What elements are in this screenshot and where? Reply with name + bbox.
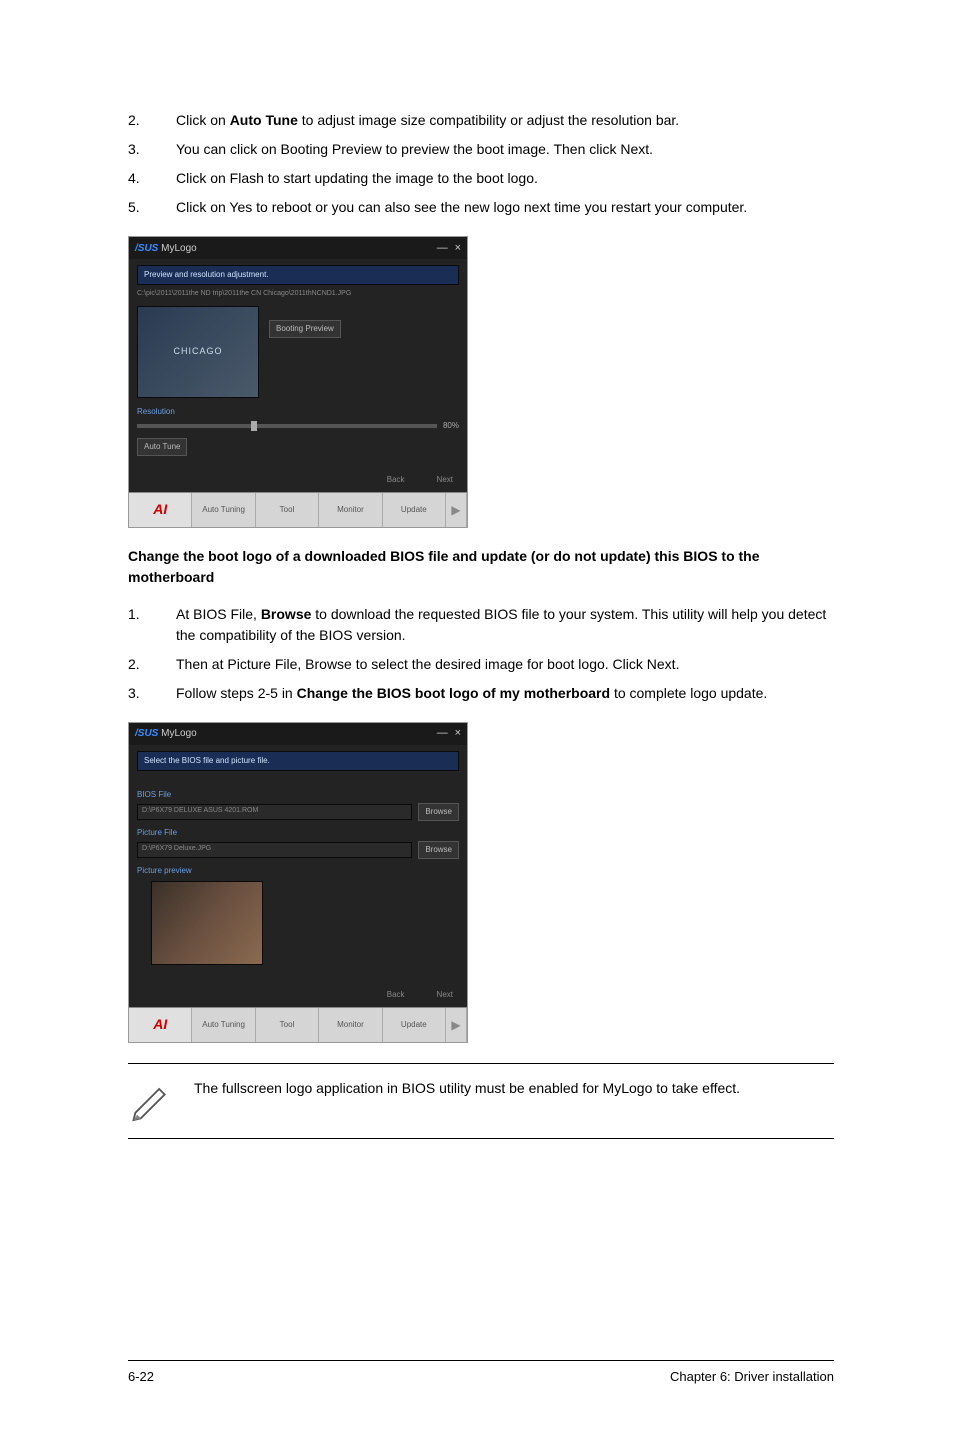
picture-browse-button[interactable]: Browse [418, 841, 459, 859]
mylogo-screenshot-2: /SUS MyLogo — × Select the BIOS file and… [128, 722, 468, 1043]
step-text: Click on Auto Tune to adjust image size … [176, 110, 834, 131]
steps-bottom: 1. At BIOS File, Browse to download the … [128, 604, 834, 704]
section-title: Change the boot logo of a downloaded BIO… [128, 546, 834, 588]
bios-browse-button[interactable]: Browse [418, 803, 459, 821]
step-3: 3. You can click on Booting Preview to p… [128, 139, 834, 160]
step-number: 3. [128, 139, 176, 160]
banner-text: Select the BIOS file and picture file. [137, 751, 459, 771]
step-text: At BIOS File, Browse to download the req… [176, 604, 834, 646]
step-text: You can click on Booting Preview to prev… [176, 139, 834, 160]
step-number: 4. [128, 168, 176, 189]
step-text: Then at Picture File, Browse to select t… [176, 654, 834, 675]
bottom-tabs: AI Auto Tuning Tool Monitor Update ▶ [129, 1007, 467, 1042]
step-text: Click on Flash to start updating the ima… [176, 168, 834, 189]
chevron-right-icon[interactable]: ▶ [446, 493, 467, 527]
next-button[interactable]: Next [431, 987, 459, 1003]
step-5: 5. Click on Yes to reboot or you can als… [128, 197, 834, 218]
page-number: 6-22 [128, 1367, 154, 1387]
image-preview: CHICAGO [137, 306, 259, 398]
step-number: 5. [128, 197, 176, 218]
slider-value: 80% [443, 420, 459, 432]
close-icon[interactable]: × [455, 727, 461, 739]
back-button[interactable]: Back [381, 472, 411, 488]
step-number: 3. [128, 683, 176, 704]
tab-tool[interactable]: Tool [256, 493, 319, 527]
window-brand: /SUS MyLogo [135, 726, 197, 741]
mylogo-screenshot-1: /SUS MyLogo — × Preview and resolution a… [128, 236, 468, 528]
step-3b: 3. Follow steps 2-5 in Change the BIOS b… [128, 683, 834, 704]
tab-tool[interactable]: Tool [256, 1008, 319, 1042]
window-controls: — × [433, 240, 461, 257]
pencil-icon [128, 1074, 172, 1128]
picture-file-label: Picture File [137, 827, 459, 839]
chapter-label: Chapter 6: Driver installation [670, 1367, 834, 1387]
step-2: 2. Click on Auto Tune to adjust image si… [128, 110, 834, 131]
minimize-icon[interactable]: — [437, 727, 448, 739]
step-text: Follow steps 2-5 in Change the BIOS boot… [176, 683, 834, 704]
auto-tune-button[interactable]: Auto Tune [137, 438, 187, 456]
file-path: C:\pic\2011\2011the ND trip\2011the CN C… [137, 289, 459, 300]
tab-auto-tuning[interactable]: Auto Tuning [192, 493, 255, 527]
resolution-slider[interactable] [137, 424, 437, 428]
resolution-label: Resolution [137, 406, 459, 418]
chevron-right-icon[interactable]: ▶ [446, 1008, 467, 1042]
brand-logo-icon: AI [129, 493, 192, 527]
window-titlebar: /SUS MyLogo — × [129, 237, 467, 259]
bottom-tabs: AI Auto Tuning Tool Monitor Update ▶ [129, 492, 467, 527]
picture-file-field[interactable]: D:\P6X79 Deluxe.JPG [137, 842, 412, 858]
step-number: 1. [128, 604, 176, 646]
banner-text: Preview and resolution adjustment. [137, 265, 459, 285]
minimize-icon[interactable]: — [437, 242, 448, 254]
tab-monitor[interactable]: Monitor [319, 1008, 382, 1042]
booting-preview-button[interactable]: Booting Preview [269, 320, 341, 338]
close-icon[interactable]: × [455, 242, 461, 254]
bios-file-label: BIOS File [137, 789, 459, 801]
step-1: 1. At BIOS File, Browse to download the … [128, 604, 834, 646]
tab-auto-tuning[interactable]: Auto Tuning [192, 1008, 255, 1042]
note-text: The fullscreen logo application in BIOS … [194, 1074, 740, 1099]
step-4: 4. Click on Flash to start updating the … [128, 168, 834, 189]
window-controls: — × [433, 725, 461, 742]
step-2b: 2. Then at Picture File, Browse to selec… [128, 654, 834, 675]
window-titlebar: /SUS MyLogo — × [129, 723, 467, 745]
steps-top: 2. Click on Auto Tune to adjust image si… [128, 110, 834, 218]
bios-file-field[interactable]: D:\P6X79 DELUXE ASUS 4201.ROM [137, 804, 412, 820]
tab-update[interactable]: Update [383, 1008, 446, 1042]
tab-monitor[interactable]: Monitor [319, 493, 382, 527]
brand-logo-icon: AI [129, 1008, 192, 1042]
step-number: 2. [128, 654, 176, 675]
picture-preview-image [151, 881, 263, 965]
picture-preview-label: Picture preview [137, 865, 459, 877]
step-number: 2. [128, 110, 176, 131]
next-button[interactable]: Next [431, 472, 459, 488]
back-button[interactable]: Back [381, 987, 411, 1003]
note-box: The fullscreen logo application in BIOS … [128, 1063, 834, 1139]
tab-update[interactable]: Update [383, 493, 446, 527]
step-text: Click on Yes to reboot or you can also s… [176, 197, 834, 218]
page-footer: 6-22 Chapter 6: Driver installation [128, 1360, 834, 1387]
window-brand: /SUS MyLogo [135, 241, 197, 256]
